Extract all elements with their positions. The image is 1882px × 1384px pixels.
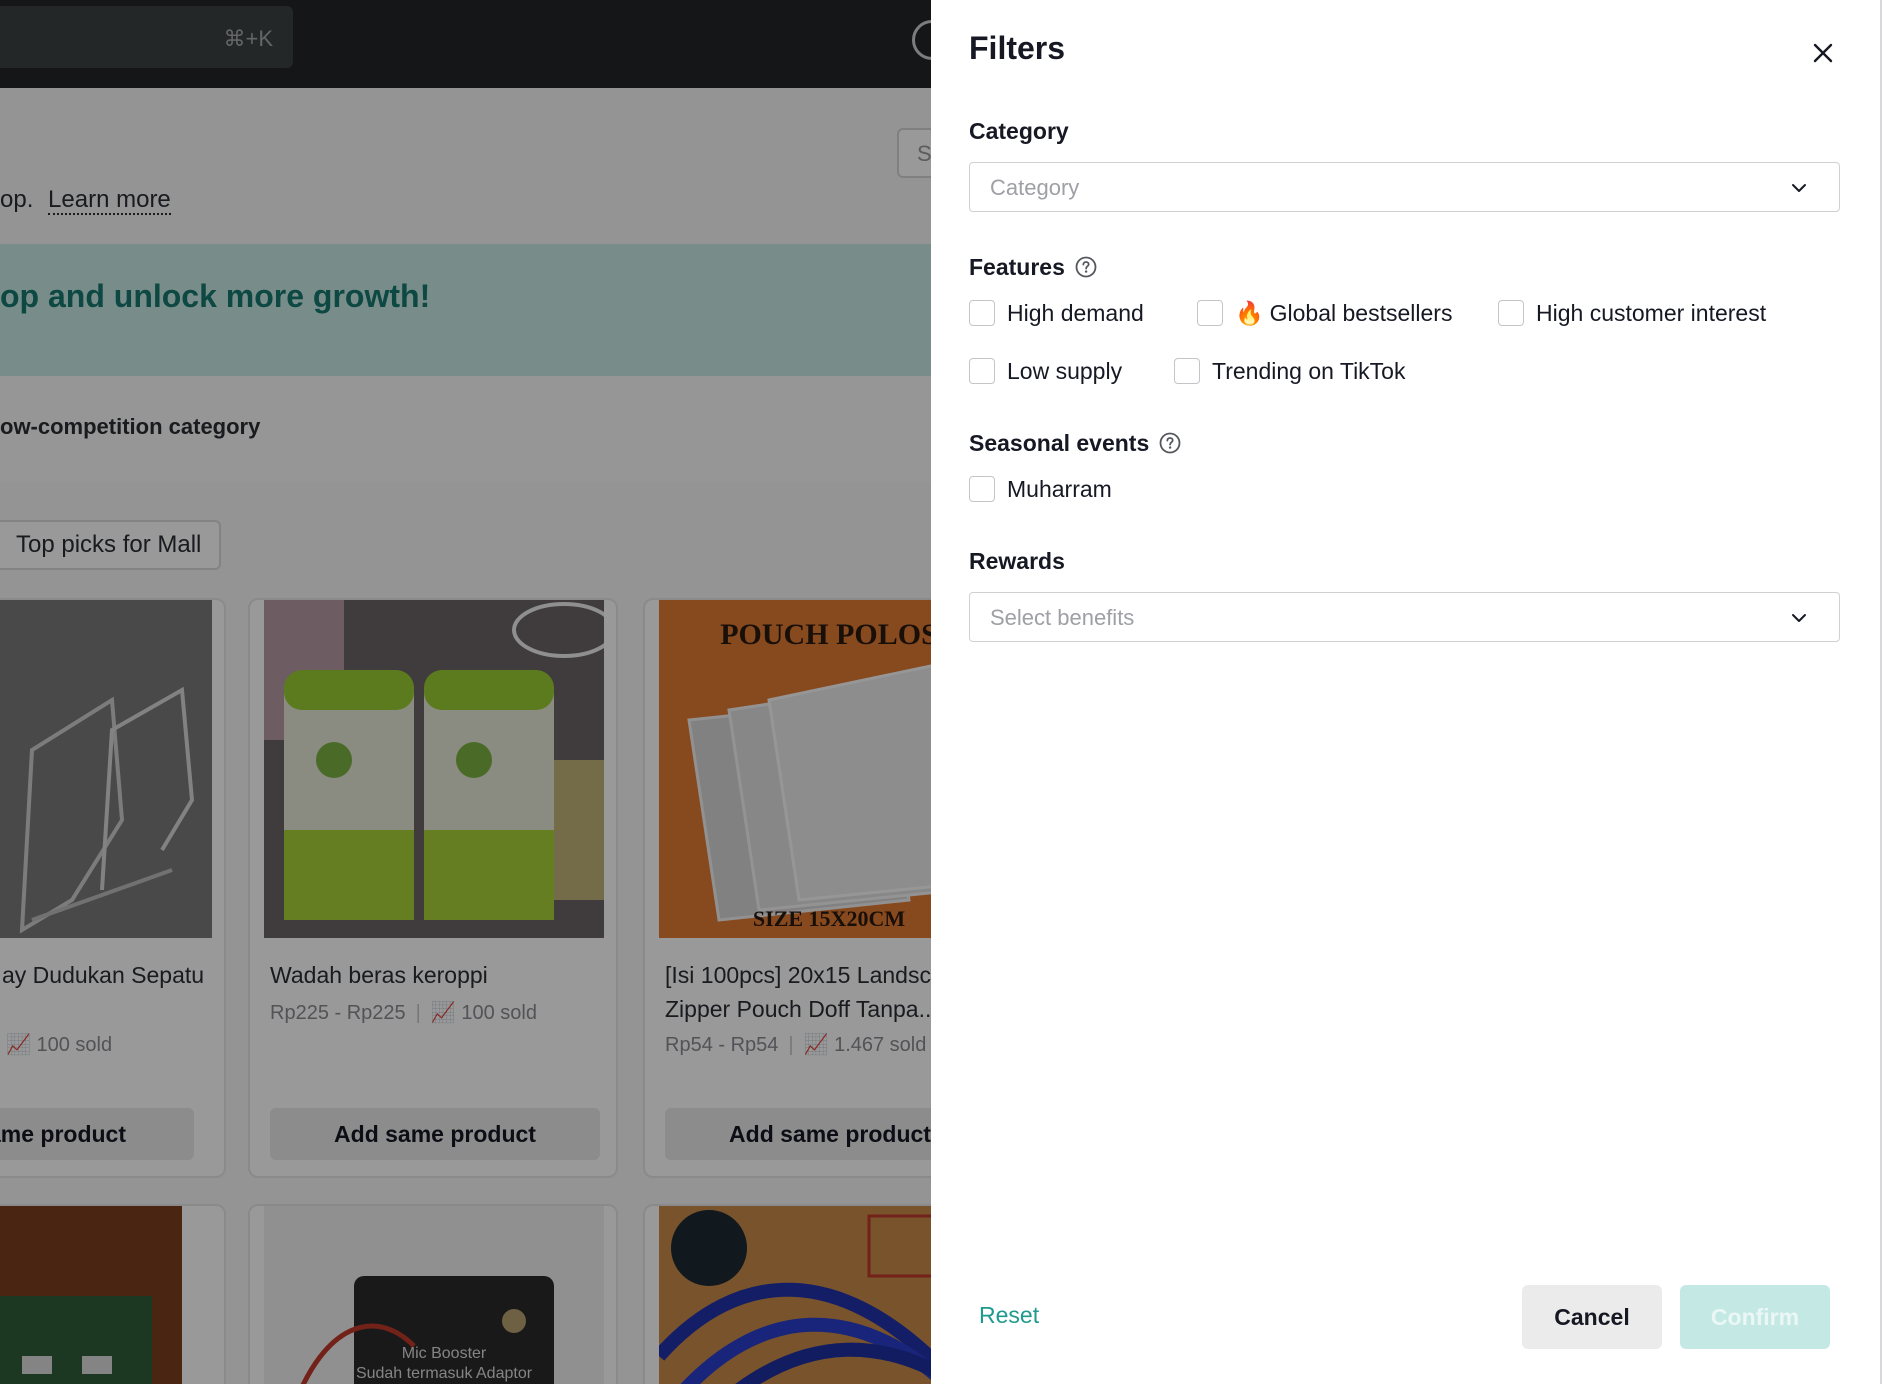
chevron-down-icon [1792, 614, 1806, 622]
help-circle-icon[interactable] [1075, 256, 1097, 278]
feature-label-wrap: 🔥 Global bestsellers [1235, 298, 1452, 328]
checkbox[interactable] [1197, 300, 1223, 326]
checkbox[interactable] [969, 476, 995, 502]
feature-label: Trending on TikTok [1212, 358, 1406, 384]
help-circle-icon[interactable] [1159, 432, 1181, 454]
features-heading: Features [969, 254, 1097, 281]
category-select[interactable]: Category [969, 162, 1840, 212]
reset-button[interactable]: Reset [979, 1302, 1039, 1329]
checkbox[interactable] [969, 358, 995, 384]
chevron-down-icon [1792, 184, 1806, 192]
category-label: Category [969, 118, 1069, 144]
feature-label: High demand [1007, 300, 1144, 326]
filters-drawer: Filters Category Category Features High … [931, 0, 1882, 1384]
rewards-placeholder: Select benefits [990, 605, 1135, 630]
seasonal-label: Muharram [1007, 476, 1112, 502]
modal-backdrop[interactable] [0, 0, 931, 1384]
seasonal-events-label: Seasonal events [969, 430, 1150, 456]
close-icon[interactable] [1806, 36, 1840, 70]
checkbox[interactable] [1498, 300, 1524, 326]
checkbox[interactable] [1174, 358, 1200, 384]
features-label: Features [969, 254, 1065, 280]
checkbox[interactable] [969, 300, 995, 326]
category-placeholder: Category [990, 175, 1080, 200]
feature-label: High customer interest [1536, 300, 1767, 326]
confirm-button[interactable]: Confirm [1680, 1285, 1830, 1349]
rewards-select[interactable]: Select benefits [969, 592, 1840, 642]
seasonal-events-heading: Seasonal events [969, 430, 1181, 457]
feature-label: Low supply [1007, 358, 1123, 384]
fire-icon: 🔥 [1235, 300, 1264, 326]
rewards-label: Rewards [969, 548, 1065, 574]
screen: ⌘+K S op. Learn more op and unlock more … [0, 0, 1882, 1384]
cancel-button[interactable]: Cancel [1522, 1285, 1662, 1349]
feature-label: Global bestsellers [1269, 300, 1453, 326]
drawer-title: Filters [969, 30, 1066, 66]
